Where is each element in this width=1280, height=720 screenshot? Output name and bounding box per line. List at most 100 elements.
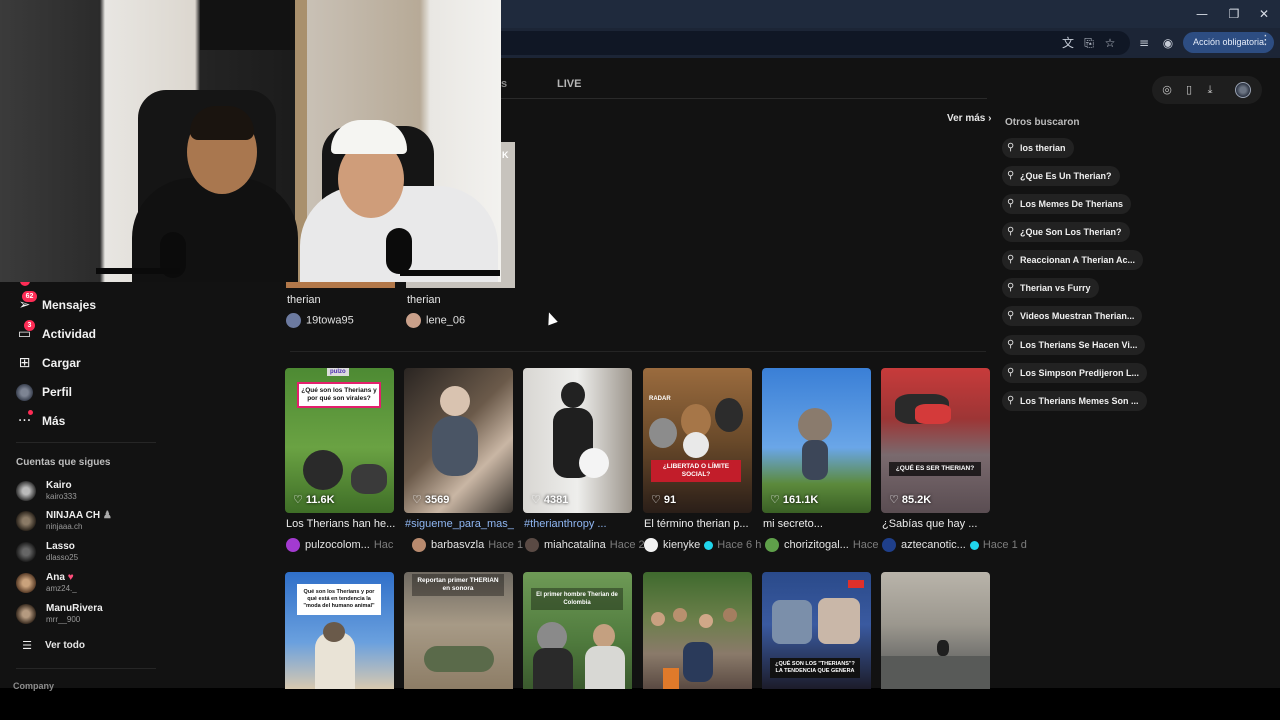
video-thumbnail[interactable]: ¿QUÉ SON LOS "THERIANS"? LA TENDENCIA QU… bbox=[762, 572, 871, 689]
see-all-link[interactable]: ☰ Ver todo bbox=[20, 635, 85, 655]
sidebar-item-more[interactable]: ··· Más bbox=[16, 409, 66, 431]
download-icon[interactable]: ⤓ bbox=[1203, 83, 1217, 97]
translate-icon[interactable]: 文 bbox=[1060, 35, 1076, 51]
verified-icon bbox=[969, 540, 979, 550]
like-count: ♡ 161.1K bbox=[770, 493, 819, 506]
video-thumbnail[interactable] bbox=[643, 572, 752, 689]
sidebar-item-activity[interactable]: ▭ 3 Actividad bbox=[16, 319, 96, 344]
video-thumbnail[interactable]: Qué son los Therians y por qué está en t… bbox=[285, 572, 394, 689]
video-thumbnail[interactable]: ♡ 161.1K bbox=[762, 368, 871, 513]
search-icon: ⚲ bbox=[1007, 226, 1015, 237]
thumbnail-text: ¿LIBERTAD O LÍMITE SOCIAL? bbox=[651, 460, 741, 482]
install-icon[interactable]: ⎘ bbox=[1081, 35, 1097, 51]
browser-menu-icon[interactable]: ⋮ bbox=[1259, 33, 1272, 48]
account-name: Kairo bbox=[46, 480, 72, 491]
thumbnail-text: ¿Qué son los Therians y por qué son vira… bbox=[297, 382, 381, 408]
author-avatar bbox=[412, 538, 426, 552]
suggestion-chip[interactable]: ⚲ Videos Muestran Therian... bbox=[1002, 306, 1143, 326]
suggestions-title: Otros buscaron bbox=[1005, 117, 1080, 128]
address-bar[interactable] bbox=[480, 31, 1130, 55]
compass-icon[interactable]: ◎ bbox=[1160, 83, 1174, 97]
video-thumbnail[interactable] bbox=[286, 282, 395, 288]
company-link[interactable]: Company bbox=[13, 681, 54, 691]
following-account[interactable]: Ana ♥ amz24._ bbox=[16, 571, 77, 595]
like-count: ♡ 91 bbox=[651, 493, 677, 506]
suggestion-chip[interactable]: ⚲ Los Memes De Therians bbox=[1002, 194, 1132, 214]
sidebar-item-label: Más bbox=[42, 414, 66, 428]
close-window-button[interactable]: ✕ bbox=[1256, 6, 1272, 22]
video-thumbnail[interactable]: ♡ 3569 bbox=[404, 368, 513, 513]
following-account[interactable]: ManuRivera mrr__900 bbox=[16, 602, 103, 626]
post-time: Hace 6 h bbox=[717, 539, 762, 551]
suggestion-chip[interactable]: ⚲ ¿Que Son Los Therian? bbox=[1002, 222, 1130, 242]
post-time: Hace 1 d bbox=[982, 539, 1027, 551]
suggestion-chip[interactable]: ⚲ Los Therians Se Hacen Vi... bbox=[1002, 335, 1146, 355]
video-thumbnail[interactable]: El primer hombre Therian de Colombia bbox=[523, 572, 632, 689]
author-name: lene_06 bbox=[426, 314, 466, 327]
video-caption[interactable]: Los Therians han he... bbox=[286, 518, 400, 530]
following-account[interactable]: NINJAA CH ♟ ninjaaa.ch bbox=[16, 509, 112, 533]
suggestion-chip[interactable]: ⚲ ¿Que Es Un Therian? bbox=[1002, 166, 1120, 186]
author-name: chorizitogal... bbox=[784, 539, 849, 551]
post-time: Hace bbox=[852, 539, 879, 551]
messages-badge: 62 bbox=[22, 290, 37, 302]
suggestion-chip[interactable]: ⚲ Los Simpson Predijeron L... bbox=[1002, 363, 1148, 383]
suggestion-chip[interactable]: ⚲ Los Therians Memes Son ... bbox=[1002, 391, 1147, 411]
profile-icon[interactable]: ◉ bbox=[1160, 35, 1176, 51]
video-author[interactable]: kienyke Hace 6 h bbox=[644, 537, 762, 553]
sidebar-item-upload[interactable]: ⊞ Cargar bbox=[16, 353, 81, 373]
suggestion-chip[interactable]: ⚲ Reaccionan A Therian Ac... bbox=[1002, 250, 1144, 270]
video-caption[interactable]: El término therian p... bbox=[644, 518, 758, 530]
messages-icon: ➢ 62 bbox=[16, 290, 37, 314]
video-author[interactable]: lene_06 bbox=[406, 313, 465, 328]
video-thumbnail[interactable]: ♡ 4381 bbox=[523, 368, 632, 513]
video-thumbnail[interactable] bbox=[500, 142, 515, 288]
video-author[interactable]: 19towa95 bbox=[286, 313, 354, 328]
restore-button[interactable]: ❐ bbox=[1226, 6, 1242, 22]
emoji-icon: ♟ bbox=[102, 510, 112, 521]
heart-icon: ♡ bbox=[770, 493, 780, 506]
heart-icon: ♡ bbox=[531, 493, 541, 506]
tab-live[interactable]: LIVE bbox=[557, 78, 581, 90]
video-thumbnail[interactable]: Reportan primer THERIAN en sonora bbox=[404, 572, 513, 689]
video-caption[interactable]: therian bbox=[287, 294, 321, 306]
video-thumbnail[interactable] bbox=[406, 282, 515, 288]
video-author[interactable]: barbasvzla Hace 1 d bbox=[412, 537, 533, 553]
more-icon: ··· bbox=[16, 409, 33, 430]
phone-icon[interactable]: ▯ bbox=[1182, 83, 1196, 97]
suggestion-chip[interactable]: ⚲ Therian vs Furry bbox=[1002, 278, 1099, 298]
author-avatar bbox=[644, 538, 658, 552]
video-caption[interactable]: #sigueme_para_mas_ bbox=[405, 518, 519, 530]
author-avatar bbox=[765, 538, 779, 552]
video-author[interactable]: chorizitogal... Hace bbox=[765, 537, 879, 553]
video-thumbnail[interactable]: RADAR ¿LIBERTAD O LÍMITE SOCIAL? ♡ 91 bbox=[643, 368, 752, 513]
minimize-button[interactable]: — bbox=[1194, 6, 1210, 22]
following-account[interactable]: Lasso dlasso25 bbox=[16, 540, 78, 564]
see-more-link[interactable]: Ver más › bbox=[947, 113, 991, 124]
video-author[interactable]: miahcatalina Hace 2 bbox=[525, 537, 645, 553]
video-author[interactable]: pulzocolom... Hac bbox=[286, 537, 393, 553]
video-thumbnail[interactable]: ¿QUÉ ES SER THERIAN? ♡ 85.2K bbox=[881, 368, 990, 513]
suggestion-chip[interactable]: ⚲ los therian bbox=[1002, 138, 1074, 158]
video-caption[interactable]: mi secreto... bbox=[763, 518, 877, 530]
media-control-icon[interactable]: ≡ bbox=[1136, 35, 1152, 51]
see-all-label: Ver todo bbox=[45, 639, 86, 651]
tab-partial[interactable]: s bbox=[501, 78, 507, 90]
thumbnail-text: Reportan primer THERIAN en sonora bbox=[412, 574, 504, 596]
avatar bbox=[16, 573, 36, 593]
user-avatar[interactable] bbox=[1235, 82, 1251, 98]
more-dot-badge bbox=[28, 409, 33, 415]
video-thumbnail[interactable] bbox=[881, 572, 990, 689]
video-thumbnail[interactable]: pulzo ¿Qué son los Therians y por qué so… bbox=[285, 368, 394, 513]
following-account[interactable]: Kairo kairo333 bbox=[16, 479, 77, 503]
account-name: Lasso bbox=[46, 541, 75, 552]
account-handle: amz24._ bbox=[46, 584, 77, 593]
video-caption[interactable]: therian bbox=[407, 294, 441, 306]
video-author[interactable]: aztecanotic... Hace 1 d bbox=[882, 537, 1027, 553]
video-caption[interactable]: #therianthropy ... bbox=[524, 518, 638, 530]
sidebar-item-profile[interactable]: Perfil bbox=[16, 382, 72, 402]
video-caption[interactable]: ¿Sabías que hay ... bbox=[882, 518, 996, 530]
sidebar-item-messages[interactable]: ➢ 62 Mensajes bbox=[16, 290, 96, 315]
star-icon[interactable]: ☆ bbox=[1102, 35, 1118, 51]
thumbnail-text: ¿QUÉ SON LOS "THERIANS"? LA TENDENCIA QU… bbox=[770, 658, 860, 678]
